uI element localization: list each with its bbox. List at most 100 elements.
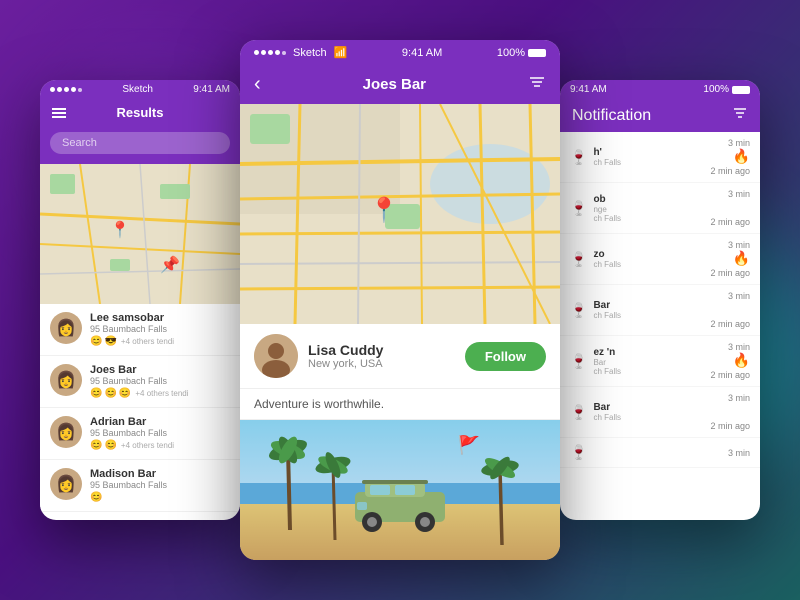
signal-group: Sketch 📶 [254, 46, 347, 59]
map-left[interactable]: 📍 📌 [40, 164, 240, 304]
notification-item[interactable]: 🍷 ob ngech Falls 3 min 2 min ago [560, 183, 760, 234]
avatar: 👩 [50, 312, 82, 344]
map-pin-gray[interactable]: 📌 [160, 255, 180, 275]
notification-phone: 9:41 AM 100% Notification 🍷 h' ch Falls … [560, 80, 760, 520]
search-section: Search [40, 126, 240, 164]
results-title: Results [66, 105, 214, 120]
signal-dot [78, 88, 82, 92]
notification-header: Notification [560, 99, 760, 132]
results-header: Results [40, 99, 240, 126]
map-pin-center[interactable]: 📍 [369, 196, 399, 225]
notification-item[interactable]: 🍷 zo ch Falls 3 min 🔥 2 min ago [560, 234, 760, 285]
battery-group: 100% [703, 84, 750, 95]
flag-decoration: 🚩 [458, 435, 480, 456]
list-item[interactable]: 👩 Madison Bar 95 Baumbach Falls 😊 [40, 460, 240, 512]
back-button[interactable]: ‹ [254, 73, 261, 96]
signal-dot [261, 50, 266, 55]
notif-time: 3 min [710, 138, 750, 148]
battery-icon [732, 86, 750, 94]
notification-item[interactable]: 🍷 ez 'n Barch Falls 3 min 🔥 2 min ago [560, 336, 760, 387]
notif-ago: 2 min ago [710, 217, 750, 227]
notif-sub: Barch Falls [593, 358, 704, 376]
menu-icon[interactable] [52, 108, 66, 118]
item-location: 95 Baumbach Falls [90, 376, 230, 386]
wine-icon: 🍷 [570, 353, 587, 370]
follow-button[interactable]: Follow [465, 342, 546, 371]
wine-icon: 🍷 [570, 251, 587, 268]
avatar: 👩 [50, 364, 82, 396]
detail-phone: Sketch 📶 9:41 AM 100% ‹ Joes Bar [240, 40, 560, 560]
notification-item[interactable]: 🍷 h' ch Falls 3 min 🔥 2 min ago [560, 132, 760, 183]
notif-name: h' [593, 147, 704, 158]
notif-time: 3 min [710, 240, 750, 250]
fire-icon: 🔥 [733, 148, 750, 164]
emoji-row: 😊😊 +4 others tendi [90, 440, 230, 451]
list-info: Joes Bar 95 Baumbach Falls 😊😊😊 +4 others… [90, 364, 230, 399]
notification-item[interactable]: 🍷 Bar ch Falls 3 min 2 min ago [560, 387, 760, 438]
bio-text: Adventure is worthwhile. [254, 397, 384, 411]
emoji-row: 😊 [90, 492, 230, 503]
wine-icon: 🍷 [570, 444, 587, 461]
notif-time: 3 min [728, 448, 750, 458]
signal-dots [50, 87, 82, 92]
avatar: 👩 [50, 468, 82, 500]
status-bar-right: 9:41 AM 100% [560, 80, 760, 99]
search-input[interactable]: Search [50, 132, 230, 154]
notif-ago: 2 min ago [710, 268, 750, 278]
wine-icon: 🍷 [570, 302, 587, 319]
notif-name: Bar [593, 300, 704, 311]
battery-group: 100% [497, 47, 546, 59]
profile-info: Lisa Cuddy New york, USA [308, 342, 455, 370]
profile-location: New york, USA [308, 358, 455, 370]
notif-content: ob ngech Falls [593, 194, 704, 223]
notif-meta: 3 min 2 min ago [710, 393, 750, 431]
notifications-list: 🍷 h' ch Falls 3 min 🔥 2 min ago 🍷 ob nge… [560, 132, 760, 468]
wine-icon: 🍷 [570, 200, 587, 217]
signal-dot [268, 50, 273, 55]
notif-content: Bar ch Falls [593, 300, 704, 320]
notif-meta: 3 min 🔥 2 min ago [710, 138, 750, 176]
signal-dot [275, 50, 280, 55]
notif-time: 3 min [710, 342, 750, 352]
van-illustration [350, 477, 450, 532]
notification-item[interactable]: 🍷 Bar ch Falls 3 min 2 min ago [560, 285, 760, 336]
notification-title: Notification [572, 107, 651, 125]
notif-sub: ngech Falls [593, 205, 704, 223]
profile-name: Lisa Cuddy [308, 342, 455, 358]
notification-item[interactable]: 🍷 3 min [560, 438, 760, 468]
time-label: 9:41 AM [193, 84, 230, 95]
notif-content: ez 'n Barch Falls [593, 347, 704, 376]
item-name: Lee samsobar [90, 312, 230, 324]
notif-content: zo ch Falls [593, 249, 704, 269]
others-count: +4 others tendi [121, 441, 174, 450]
item-name: Joes Bar [90, 364, 230, 376]
notif-time: 3 min [710, 291, 750, 301]
list-item[interactable]: 👩 Adrian Bar 95 Baumbach Falls 😊😊 +4 oth… [40, 408, 240, 460]
item-name: Madison Bar [90, 468, 230, 480]
notif-sub: ch Falls [593, 311, 704, 320]
filter-icon[interactable] [528, 73, 546, 96]
notif-meta: 3 min 🔥 2 min ago [710, 240, 750, 278]
status-bar-center: Sketch 📶 9:41 AM 100% [240, 40, 560, 65]
emoji-row: 😊😊😊 +4 others tendi [90, 388, 230, 399]
map-pin-red[interactable]: 📍 [110, 220, 130, 240]
map-center[interactable]: 📍 [240, 104, 560, 324]
filter-icon-right[interactable] [732, 105, 748, 126]
list-item[interactable]: 👩 Joes Bar 95 Baumbach Falls 😊😊😊 +4 othe… [40, 356, 240, 408]
item-location: 95 Baumbach Falls [90, 480, 230, 490]
avatar: 👩 [50, 416, 82, 448]
notif-content: Bar ch Falls [593, 402, 704, 422]
notif-time: 3 min [710, 189, 750, 199]
wine-icon: 🍷 [570, 149, 587, 166]
item-name: Adrian Bar [90, 416, 230, 428]
emoji-row: 😊😎 +4 others tendi [90, 336, 230, 347]
notif-time: 3 min [710, 393, 750, 403]
signal-dot [57, 87, 62, 92]
profile-card: Lisa Cuddy New york, USA Follow [240, 324, 560, 389]
detail-header: ‹ Joes Bar [240, 65, 560, 104]
signal-dot [254, 50, 259, 55]
list-item[interactable]: 👩 Lee samsobar 95 Baumbach Falls 😊😎 +4 o… [40, 304, 240, 356]
battery-label: 100% [703, 84, 729, 95]
results-list: 👩 Lee samsobar 95 Baumbach Falls 😊😎 +4 o… [40, 304, 240, 512]
battery-icon [528, 49, 546, 57]
